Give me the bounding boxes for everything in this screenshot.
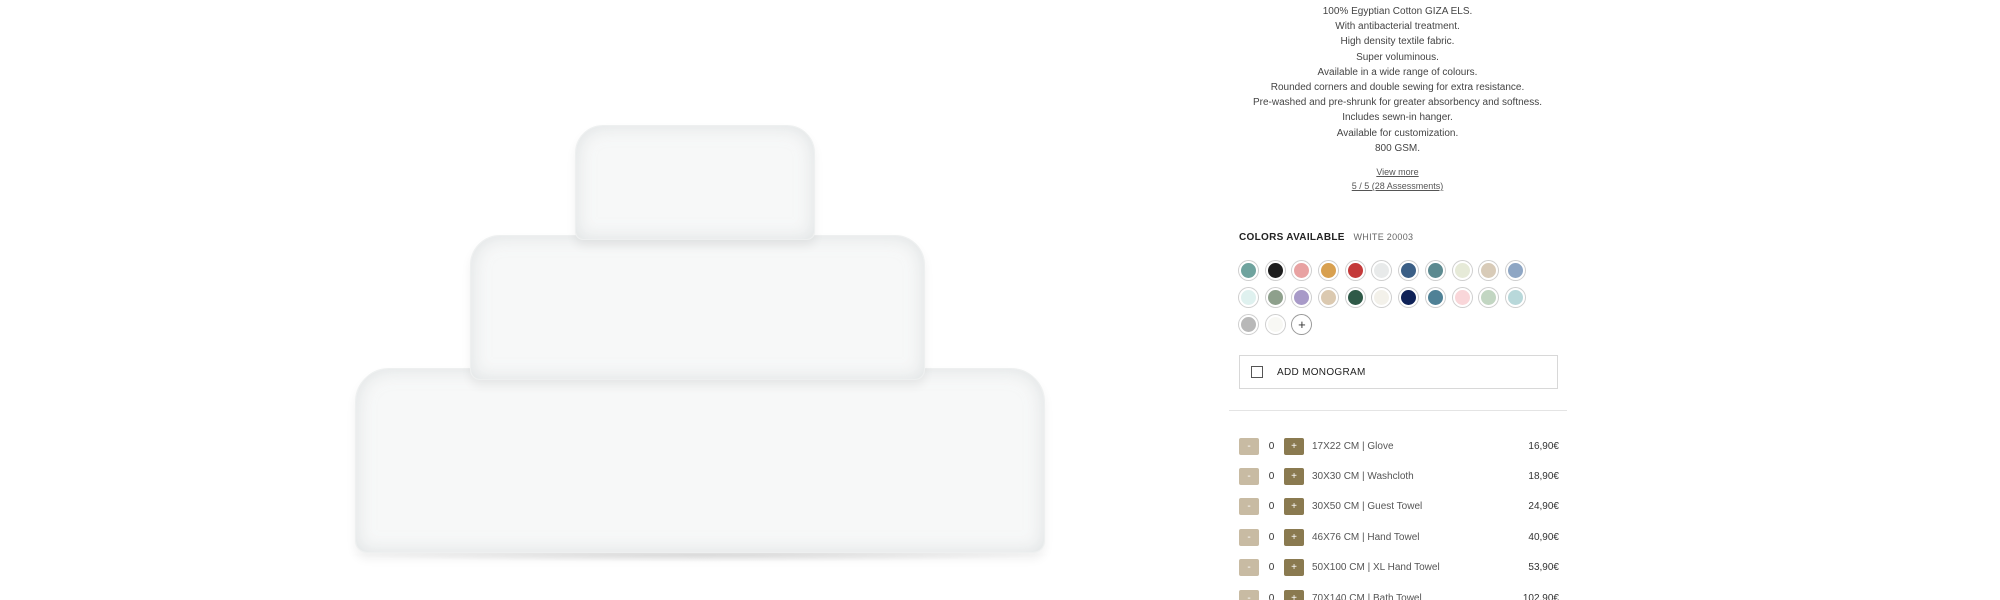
size-row: -0 +30X30 CM | Washcloth 18,90€: [1239, 461, 1559, 491]
size-price: 24,90€: [1528, 501, 1559, 513]
colors-header: COLORS AVAILABLE WHITE 20003: [1239, 232, 1413, 243]
divider: [1229, 410, 1567, 411]
size-row: -0 +46X76 CM | Hand Towel 40,90€: [1239, 522, 1559, 552]
feature-list: 100% Egyptian Cotton GIZA ELS. With antib…: [1225, 4, 1570, 156]
color-swatch[interactable]: [1239, 261, 1258, 280]
size-label: 17X22 CM | Glove: [1312, 440, 1394, 452]
color-swatch[interactable]: [1265, 261, 1285, 280]
add-monogram-option[interactable]: ADD MONOGRAM: [1239, 355, 1558, 389]
swatch-row: [1239, 288, 1569, 307]
size-price: 18,90€: [1528, 471, 1559, 483]
color-swatch[interactable]: [1239, 315, 1258, 334]
color-swatch[interactable]: [1372, 261, 1392, 280]
color-swatch[interactable]: [1505, 261, 1525, 280]
color-swatch[interactable]: [1505, 288, 1525, 307]
swatch-row: +: [1239, 315, 1569, 334]
quantity-value[interactable]: 0: [1259, 562, 1284, 573]
size-label: 50X100 CM | XL Hand Towel: [1312, 562, 1440, 574]
increase-quantity-button[interactable]: +: [1284, 498, 1304, 516]
decrease-quantity-button[interactable]: -: [1239, 437, 1259, 455]
color-swatch[interactable]: [1479, 288, 1499, 307]
size-label: 46X76 CM | Hand Towel: [1312, 531, 1420, 543]
decrease-quantity-button[interactable]: -: [1239, 589, 1259, 600]
product-details-panel: 100% Egyptian Cotton GIZA ELS. With antib…: [1225, 0, 1600, 600]
size-price: 102,90€: [1522, 592, 1559, 600]
monogram-checkbox[interactable]: [1251, 366, 1263, 378]
increase-quantity-button[interactable]: +: [1284, 589, 1304, 600]
feature-line: Rounded corners and double sewing for ex…: [1270, 82, 1525, 94]
product-image: [0, 0, 1225, 600]
size-row: -0 +70X140 CM | Bath Towel 102,90€: [1239, 583, 1559, 600]
view-more-link[interactable]: View more: [1225, 167, 1570, 177]
color-swatch[interactable]: [1372, 288, 1392, 307]
color-swatch[interactable]: [1292, 288, 1312, 307]
color-swatch[interactable]: [1452, 261, 1472, 280]
feature-line: Pre-washed and pre-shrunk for greater ab…: [1252, 97, 1543, 109]
increase-quantity-button[interactable]: +: [1284, 437, 1304, 455]
color-swatch[interactable]: [1425, 288, 1445, 307]
color-swatch[interactable]: [1319, 288, 1339, 307]
color-swatch[interactable]: [1265, 288, 1285, 307]
guest-towel-image: [575, 125, 815, 240]
increase-quantity-button[interactable]: +: [1284, 468, 1304, 486]
feature-line: With antibacterial treatment.: [1335, 21, 1460, 33]
color-swatch[interactable]: [1292, 261, 1312, 280]
size-row: -0 +30X50 CM | Guest Towel 24,90€: [1239, 492, 1559, 522]
selected-color-name: WHITE 20003: [1353, 232, 1414, 242]
color-swatch[interactable]: [1452, 288, 1472, 307]
swatch-row: [1239, 261, 1569, 280]
feature-line: Super voluminous.: [1356, 51, 1439, 63]
increase-quantity-button[interactable]: +: [1284, 528, 1304, 546]
feature-line: High density textile fabric.: [1340, 36, 1455, 48]
quantity-value[interactable]: 0: [1259, 532, 1284, 543]
quantity-value[interactable]: 0: [1259, 501, 1284, 512]
color-swatch[interactable]: [1239, 288, 1258, 307]
rating-link[interactable]: 5 / 5 (28 Assessments): [1225, 181, 1570, 191]
increase-quantity-button[interactable]: +: [1284, 559, 1304, 577]
quantity-value[interactable]: 0: [1259, 441, 1284, 452]
more-colors-button[interactable]: +: [1292, 315, 1312, 334]
hand-towel-image: [470, 235, 925, 380]
color-swatch[interactable]: [1479, 261, 1499, 280]
quantity-value[interactable]: 0: [1259, 593, 1284, 600]
feature-line: Available in a wide range of colours.: [1317, 66, 1478, 78]
color-swatches: +: [1239, 261, 1569, 342]
size-row: -0 +50X100 CM | XL Hand Towel 53,90€: [1239, 553, 1559, 583]
color-swatch[interactable]: [1265, 315, 1285, 334]
monogram-label: ADD MONOGRAM: [1277, 366, 1366, 378]
size-label: 70X140 CM | Bath Towel: [1312, 592, 1422, 600]
feature-line: Available for customization.: [1336, 127, 1459, 139]
decrease-quantity-button[interactable]: -: [1239, 559, 1259, 577]
decrease-quantity-button[interactable]: -: [1239, 468, 1259, 486]
size-price: 16,90€: [1528, 440, 1559, 452]
feature-line: 800 GSM.: [1374, 142, 1421, 154]
decrease-quantity-button[interactable]: -: [1239, 528, 1259, 546]
size-price: 40,90€: [1528, 531, 1559, 543]
bath-towel-image: [355, 368, 1045, 553]
color-swatch[interactable]: [1399, 261, 1419, 280]
color-swatch[interactable]: [1425, 261, 1445, 280]
color-swatch[interactable]: [1345, 261, 1365, 280]
size-price: 53,90€: [1528, 562, 1559, 574]
decrease-quantity-button[interactable]: -: [1239, 498, 1259, 516]
size-label: 30X50 CM | Guest Towel: [1312, 501, 1423, 513]
colors-title: COLORS AVAILABLE: [1239, 232, 1345, 243]
size-label: 30X30 CM | Washcloth: [1312, 471, 1414, 483]
color-swatch[interactable]: [1345, 288, 1365, 307]
size-row: -0 +17X22 CM | Glove 16,90€: [1239, 431, 1559, 461]
color-swatch[interactable]: [1319, 261, 1339, 280]
quantity-value[interactable]: 0: [1259, 471, 1284, 482]
feature-line: Includes sewn-in hanger.: [1342, 112, 1453, 124]
feature-line: 100% Egyptian Cotton GIZA ELS.: [1322, 6, 1473, 17]
size-list: -0 +17X22 CM | Glove 16,90€ -0 +30X30 CM | W…: [1239, 431, 1559, 600]
color-swatch[interactable]: [1399, 288, 1419, 307]
